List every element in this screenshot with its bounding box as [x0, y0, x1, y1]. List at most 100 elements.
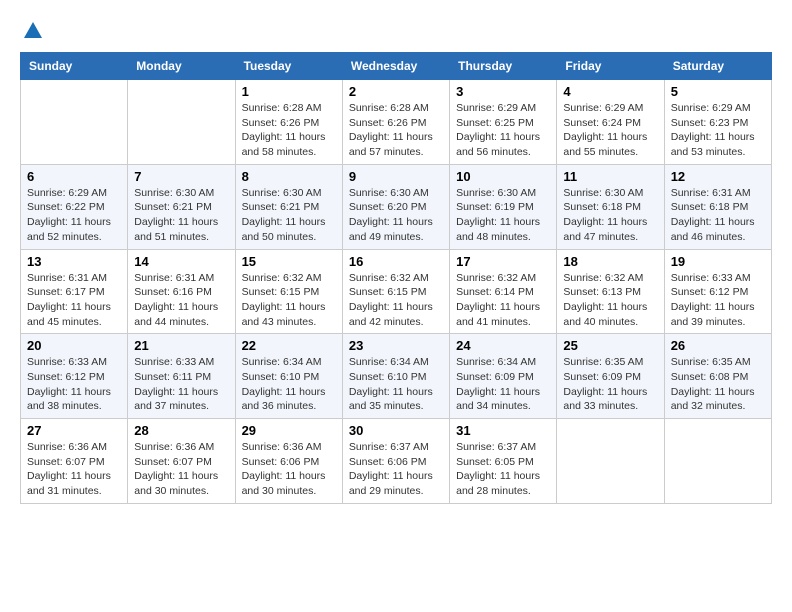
- day-number: 20: [27, 338, 121, 353]
- calendar-cell: 15 Sunrise: 6:32 AM Sunset: 6:15 PM Dayli…: [235, 249, 342, 334]
- day-number: 6: [27, 169, 121, 184]
- day-info: Sunrise: 6:29 AM Sunset: 6:22 PM Dayligh…: [27, 186, 121, 245]
- calendar-cell: [557, 419, 664, 504]
- calendar-cell: 30 Sunrise: 6:37 AM Sunset: 6:06 PM Dayli…: [342, 419, 449, 504]
- day-number: 9: [349, 169, 443, 184]
- day-number: 12: [671, 169, 765, 184]
- calendar-cell: 21 Sunrise: 6:33 AM Sunset: 6:11 PM Dayli…: [128, 334, 235, 419]
- day-number: 18: [563, 254, 657, 269]
- day-number: 19: [671, 254, 765, 269]
- day-info: Sunrise: 6:32 AM Sunset: 6:15 PM Dayligh…: [242, 271, 336, 330]
- day-number: 15: [242, 254, 336, 269]
- day-number: 25: [563, 338, 657, 353]
- day-info: Sunrise: 6:31 AM Sunset: 6:16 PM Dayligh…: [134, 271, 228, 330]
- day-number: 30: [349, 423, 443, 438]
- calendar-cell: 12 Sunrise: 6:31 AM Sunset: 6:18 PM Dayli…: [664, 164, 771, 249]
- calendar-week-5: 27 Sunrise: 6:36 AM Sunset: 6:07 PM Dayli…: [21, 419, 772, 504]
- day-info: Sunrise: 6:31 AM Sunset: 6:18 PM Dayligh…: [671, 186, 765, 245]
- calendar-cell: 10 Sunrise: 6:30 AM Sunset: 6:19 PM Dayli…: [450, 164, 557, 249]
- day-info: Sunrise: 6:37 AM Sunset: 6:05 PM Dayligh…: [456, 440, 550, 499]
- day-number: 10: [456, 169, 550, 184]
- day-info: Sunrise: 6:36 AM Sunset: 6:07 PM Dayligh…: [27, 440, 121, 499]
- calendar-cell: 16Sunrise: 6:32 AM Sunset: 6:15 PM Dayli…: [342, 249, 449, 334]
- calendar-table: SundayMondayTuesdayWednesdayThursdayFrid…: [20, 52, 772, 504]
- day-number: 29: [242, 423, 336, 438]
- day-number: 4: [563, 84, 657, 99]
- calendar-cell: 27 Sunrise: 6:36 AM Sunset: 6:07 PM Dayli…: [21, 419, 128, 504]
- day-info: Sunrise: 6:35 AM Sunset: 6:08 PM Dayligh…: [671, 355, 765, 414]
- calendar-cell: 24 Sunrise: 6:34 AM Sunset: 6:09 PM Dayli…: [450, 334, 557, 419]
- day-info: Sunrise: 6:29 AM Sunset: 6:24 PM Dayligh…: [563, 101, 657, 160]
- calendar-cell: 23 Sunrise: 6:34 AM Sunset: 6:10 PM Dayli…: [342, 334, 449, 419]
- day-info: Sunrise: 6:35 AM Sunset: 6:09 PM Dayligh…: [563, 355, 657, 414]
- calendar-cell: 14 Sunrise: 6:31 AM Sunset: 6:16 PM Dayli…: [128, 249, 235, 334]
- weekday-header-thursday: Thursday: [450, 53, 557, 80]
- calendar-cell: 7 Sunrise: 6:30 AM Sunset: 6:21 PM Daylig…: [128, 164, 235, 249]
- day-number: 22: [242, 338, 336, 353]
- calendar-header-row: SundayMondayTuesdayWednesdayThursdayFrid…: [21, 53, 772, 80]
- day-info: Sunrise: 6:28 AM Sunset: 6:26 PM Dayligh…: [349, 101, 443, 160]
- calendar-cell: 28 Sunrise: 6:36 AM Sunset: 6:07 PM Dayli…: [128, 419, 235, 504]
- day-info: Sunrise: 6:33 AM Sunset: 6:12 PM Dayligh…: [671, 271, 765, 330]
- day-number: 28: [134, 423, 228, 438]
- calendar-cell: 31 Sunrise: 6:37 AM Sunset: 6:05 PM Dayli…: [450, 419, 557, 504]
- day-number: 16: [349, 254, 443, 269]
- day-info: Sunrise: 6:37 AM Sunset: 6:06 PM Dayligh…: [349, 440, 443, 499]
- calendar-cell: 4 Sunrise: 6:29 AM Sunset: 6:24 PM Daylig…: [557, 80, 664, 165]
- calendar-cell: 5 Sunrise: 6:29 AM Sunset: 6:23 PM Daylig…: [664, 80, 771, 165]
- day-number: 23: [349, 338, 443, 353]
- day-info: Sunrise: 6:29 AM Sunset: 6:23 PM Dayligh…: [671, 101, 765, 160]
- page-header: [20, 20, 772, 42]
- calendar-cell: [128, 80, 235, 165]
- calendar-cell: 2 Sunrise: 6:28 AM Sunset: 6:26 PM Daylig…: [342, 80, 449, 165]
- calendar-cell: 1 Sunrise: 6:28 AM Sunset: 6:26 PM Daylig…: [235, 80, 342, 165]
- weekday-header-friday: Friday: [557, 53, 664, 80]
- day-info: Sunrise: 6:30 AM Sunset: 6:19 PM Dayligh…: [456, 186, 550, 245]
- calendar-cell: 25 Sunrise: 6:35 AM Sunset: 6:09 PM Dayli…: [557, 334, 664, 419]
- day-number: 2: [349, 84, 443, 99]
- calendar-week-2: 6 Sunrise: 6:29 AM Sunset: 6:22 PM Daylig…: [21, 164, 772, 249]
- day-info: Sunrise: 6:28 AM Sunset: 6:26 PM Dayligh…: [242, 101, 336, 160]
- calendar-cell: 9 Sunrise: 6:30 AM Sunset: 6:20 PM Daylig…: [342, 164, 449, 249]
- day-info: Sunrise: 6:33 AM Sunset: 6:11 PM Dayligh…: [134, 355, 228, 414]
- weekday-header-wednesday: Wednesday: [342, 53, 449, 80]
- calendar-cell: [21, 80, 128, 165]
- calendar-week-3: 13Sunrise: 6:31 AM Sunset: 6:17 PM Dayli…: [21, 249, 772, 334]
- day-info: Sunrise: 6:30 AM Sunset: 6:20 PM Dayligh…: [349, 186, 443, 245]
- day-info: Sunrise: 6:36 AM Sunset: 6:07 PM Dayligh…: [134, 440, 228, 499]
- day-number: 11: [563, 169, 657, 184]
- day-number: 7: [134, 169, 228, 184]
- weekday-header-monday: Monday: [128, 53, 235, 80]
- weekday-header-saturday: Saturday: [664, 53, 771, 80]
- day-number: 26: [671, 338, 765, 353]
- calendar-cell: 22Sunrise: 6:34 AM Sunset: 6:10 PM Dayli…: [235, 334, 342, 419]
- logo-icon: [22, 20, 44, 42]
- day-info: Sunrise: 6:30 AM Sunset: 6:21 PM Dayligh…: [134, 186, 228, 245]
- day-info: Sunrise: 6:33 AM Sunset: 6:12 PM Dayligh…: [27, 355, 121, 414]
- day-info: Sunrise: 6:34 AM Sunset: 6:09 PM Dayligh…: [456, 355, 550, 414]
- calendar-cell: 3Sunrise: 6:29 AM Sunset: 6:25 PM Daylig…: [450, 80, 557, 165]
- calendar-cell: 11 Sunrise: 6:30 AM Sunset: 6:18 PM Dayli…: [557, 164, 664, 249]
- calendar-cell: 29 Sunrise: 6:36 AM Sunset: 6:06 PM Dayli…: [235, 419, 342, 504]
- logo: [20, 20, 46, 42]
- day-info: Sunrise: 6:29 AM Sunset: 6:25 PM Dayligh…: [456, 101, 550, 160]
- calendar-cell: 8Sunrise: 6:30 AM Sunset: 6:21 PM Daylig…: [235, 164, 342, 249]
- calendar-cell: 13Sunrise: 6:31 AM Sunset: 6:17 PM Dayli…: [21, 249, 128, 334]
- calendar-week-4: 20 Sunrise: 6:33 AM Sunset: 6:12 PM Dayli…: [21, 334, 772, 419]
- day-number: 21: [134, 338, 228, 353]
- day-number: 31: [456, 423, 550, 438]
- day-number: 1: [242, 84, 336, 99]
- weekday-header-sunday: Sunday: [21, 53, 128, 80]
- calendar-cell: 20 Sunrise: 6:33 AM Sunset: 6:12 PM Dayli…: [21, 334, 128, 419]
- day-info: Sunrise: 6:30 AM Sunset: 6:18 PM Dayligh…: [563, 186, 657, 245]
- logo-text: [20, 20, 46, 42]
- day-number: 5: [671, 84, 765, 99]
- day-info: Sunrise: 6:32 AM Sunset: 6:13 PM Dayligh…: [563, 271, 657, 330]
- day-number: 14: [134, 254, 228, 269]
- day-info: Sunrise: 6:36 AM Sunset: 6:06 PM Dayligh…: [242, 440, 336, 499]
- day-number: 13: [27, 254, 121, 269]
- calendar-cell: 6 Sunrise: 6:29 AM Sunset: 6:22 PM Daylig…: [21, 164, 128, 249]
- day-info: Sunrise: 6:34 AM Sunset: 6:10 PM Dayligh…: [349, 355, 443, 414]
- day-number: 24: [456, 338, 550, 353]
- day-number: 27: [27, 423, 121, 438]
